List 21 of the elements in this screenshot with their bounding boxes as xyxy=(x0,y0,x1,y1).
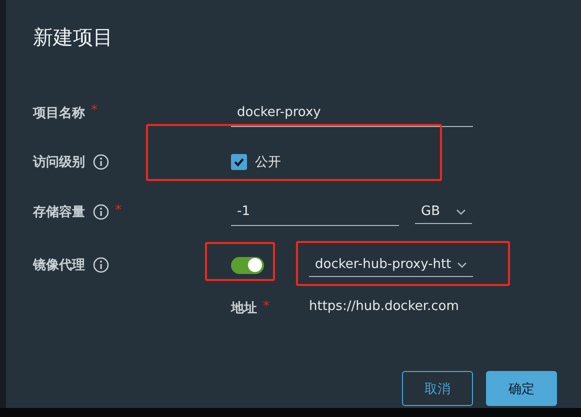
toggle-switch[interactable] xyxy=(231,256,264,274)
confirm-button[interactable]: 确定 xyxy=(486,371,557,406)
text-field[interactable]: -1 xyxy=(231,198,399,226)
required-mark: * xyxy=(91,103,98,118)
cancel-button[interactable]: 取消 xyxy=(402,371,473,406)
field-label: 访问级别 xyxy=(33,154,85,171)
checkbox-label: 公开 xyxy=(255,154,281,171)
endpoint-select[interactable]: docker-hub-proxy-htt xyxy=(309,253,473,277)
field-label: 地址 xyxy=(231,300,257,317)
caret-icon xyxy=(456,208,466,214)
address-value: https://hub.docker.com xyxy=(309,299,459,314)
checkbox[interactable] xyxy=(231,154,247,170)
dialog-title: 新建项目 xyxy=(33,24,114,51)
field-label: 存储容量 xyxy=(33,204,85,221)
required-mark: * xyxy=(115,203,122,218)
caret-icon xyxy=(457,262,467,268)
field-label: 镜像代理 xyxy=(33,257,85,274)
field-label: 项目名称 xyxy=(33,105,85,122)
text-field[interactable]: docker-proxy xyxy=(231,100,473,126)
unit-select[interactable]: GB xyxy=(415,200,472,224)
required-mark: * xyxy=(263,299,270,314)
